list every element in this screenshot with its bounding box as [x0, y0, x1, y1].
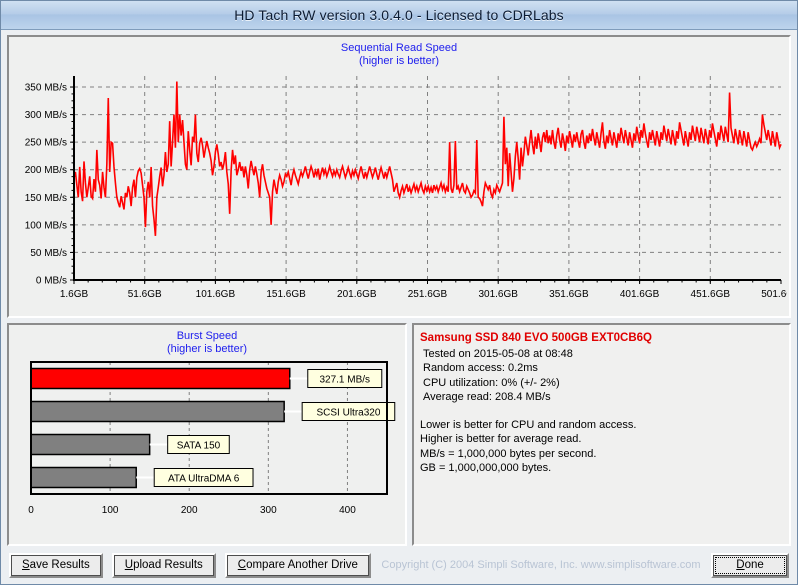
seq-xtick-label: 351.6GB: [549, 289, 589, 300]
average-read: Average read: 208.4 MB/s: [423, 391, 551, 403]
burst-xtick-label: 300: [260, 505, 277, 516]
lower-row: Burst Speed (higher is better) 327.1 MB/…: [7, 323, 791, 546]
seq-xtick-label: 451.6GB: [691, 289, 731, 300]
note-lower-better: Lower is better for CPU and random acces…: [420, 418, 637, 431]
seq-xtick-label: 501.6GB: [761, 289, 787, 300]
seq-ytick-label: 300 MB/s: [25, 110, 67, 121]
copyright-text: Copyright (C) 2004 Simpli Software, Inc.…: [381, 559, 701, 571]
burst-bar-label: SCSI Ultra320: [316, 408, 380, 419]
client-area: Sequential Read Speed (higher is better)…: [1, 30, 797, 546]
seq-xtick-label: 201.6GB: [337, 289, 377, 300]
sequential-read-title: Sequential Read Speed: [340, 42, 458, 54]
seq-xtick-label: 1.6GB: [60, 289, 89, 300]
button-bar: Save Results Upload Results Compare Anot…: [1, 546, 797, 584]
burst-xtick-label: 200: [181, 505, 198, 516]
note-higher-better: Higher is better for average read.: [420, 433, 582, 445]
seq-ytick-label: 250 MB/s: [25, 138, 67, 149]
save-results-label: ave Results: [29, 559, 90, 571]
seq-xtick-label: 151.6GB: [266, 289, 306, 300]
upload-results-button[interactable]: Upload Results: [111, 552, 216, 578]
burst-bar-label: SATA 150: [177, 441, 221, 452]
save-results-button[interactable]: Save Results: [9, 552, 103, 578]
drive-name: Samsung SSD 840 EVO 500GB EXT0CB6Q: [420, 332, 653, 344]
burst-speed-panel: Burst Speed (higher is better) 327.1 MB/…: [7, 323, 407, 546]
compare-label: ompare Another Drive: [246, 559, 358, 571]
seq-ytick-label: 0 MB/s: [36, 276, 67, 287]
burst-bar: [30, 433, 151, 456]
burst-bar-label: 327.1 MB/s: [319, 375, 370, 386]
upload-results-label: pload Results: [133, 559, 203, 571]
cpu-utilization: CPU utilization: 0% (+/- 2%): [423, 376, 560, 389]
drive-info-panel: Samsung SSD 840 EVO 500GB EXT0CB6Q Teste…: [412, 323, 791, 546]
burst-bar-label: ATA UltraDMA 6: [168, 474, 240, 485]
seq-xtick-label: 301.6GB: [478, 289, 518, 300]
seq-ytick-label: 350 MB/s: [25, 83, 67, 94]
burst-bar: [30, 367, 291, 390]
title-bar: HD Tach RW version 3.0.4.0 - Licensed to…: [1, 1, 797, 30]
burst-speed-title: Burst Speed: [176, 330, 238, 342]
seq-xtick-label: 401.6GB: [620, 289, 660, 300]
burst-speed-heading: Burst Speed (higher is better): [9, 325, 405, 356]
done-button[interactable]: Done: [711, 552, 789, 578]
seq-xtick-label: 251.6GB: [408, 289, 448, 300]
burst-speed-chart: 327.1 MB/s SCSI Ultra320 SATA 150 ATA Ultra…: [28, 361, 396, 516]
seq-ytick-label: 50 MB/s: [30, 248, 67, 259]
seq-xtick-label: 101.6GB: [196, 289, 236, 300]
sequential-read-panel: Sequential Read Speed (higher is better)…: [7, 35, 791, 318]
burst-xtick-label: 0: [28, 505, 34, 516]
seq-ytick-label: 150 MB/s: [25, 193, 67, 204]
random-access: Random access: 0.2ms: [423, 362, 538, 374]
burst-bar: [30, 466, 137, 489]
sequential-read-heading: Sequential Read Speed (higher is better): [9, 37, 789, 68]
compare-another-drive-button[interactable]: Compare Another Drive: [224, 552, 371, 578]
tested-on: Tested on 2015-05-08 at 08:48: [423, 347, 573, 360]
save-results-accel: S: [22, 559, 30, 571]
seq-ytick-label: 200 MB/s: [25, 165, 67, 176]
burst-bar: [30, 400, 285, 423]
burst-xtick-label: 100: [102, 505, 119, 516]
compare-accel: C: [237, 559, 247, 571]
note-mbs-definition: MB/s = 1,000,000 bytes per second.: [420, 447, 597, 460]
focus-rectangle: [715, 556, 785, 574]
burst-speed-subtitle: (higher is better): [166, 343, 248, 355]
hd-tach-window: HD Tach RW version 3.0.4.0 - Licensed to…: [0, 0, 798, 585]
burst-xtick-label: 400: [339, 505, 356, 516]
drive-info-content: Samsung SSD 840 EVO 500GB EXT0CB6Q Teste…: [414, 325, 789, 480]
upload-results-accel: U: [124, 559, 134, 571]
sequential-read-chart: 0 MB/s 50 MB/s 100 MB/s 150 MB/s 200 MB/s 250…: [25, 76, 787, 300]
seq-ytick-label: 100 MB/s: [25, 220, 67, 231]
note-gb-definition: GB = 1,000,000,000 bytes.: [420, 462, 552, 474]
window-title: HD Tach RW version 3.0.4.0 - Licensed to…: [234, 7, 564, 23]
seq-xtick-label: 51.6GB: [128, 289, 162, 300]
sequential-read-subtitle: (higher is better): [358, 55, 440, 67]
